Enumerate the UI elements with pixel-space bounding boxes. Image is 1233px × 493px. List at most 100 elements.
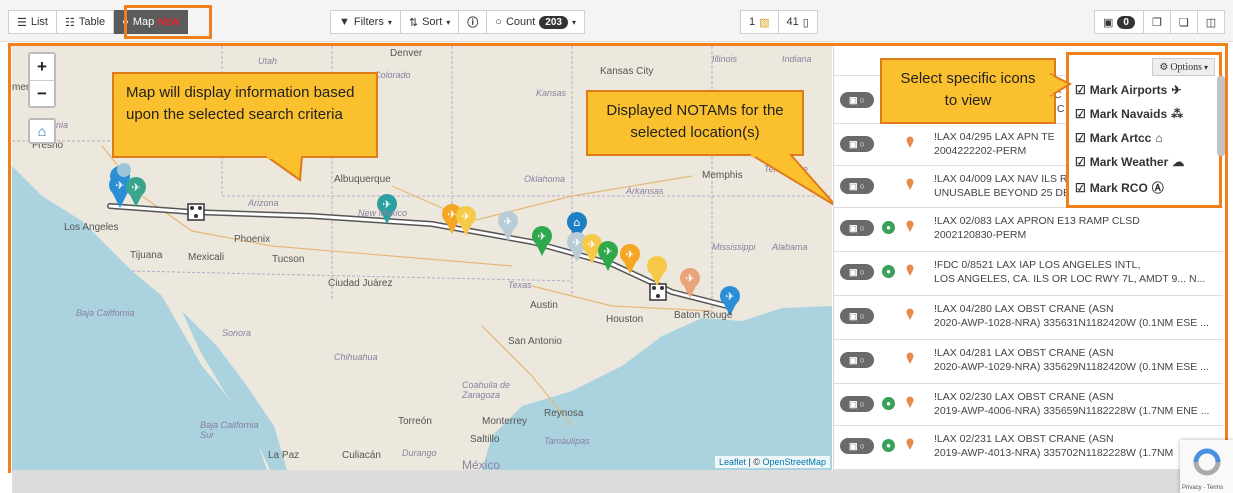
map-label: New Mexico — [358, 208, 408, 218]
pdf-icon: ▣ — [849, 440, 858, 451]
svg-text:✈: ✈ — [131, 181, 140, 194]
table-row[interactable]: ▣ ○ !LAX 04/281 LAX OBST CRANE (ASN 2020-AW… — [834, 340, 1223, 384]
antenna-icon: Ⓐ — [1151, 181, 1164, 195]
layout-toggle-button[interactable]: ◫ — [1197, 10, 1226, 34]
map-label: Reynosa — [544, 408, 584, 419]
notam-toggle[interactable]: ▣ ○ — [840, 178, 874, 194]
sort-button[interactable]: ⇅ Sort ▾ — [400, 10, 460, 34]
map-label: Texas — [508, 280, 532, 290]
recaptcha-badge[interactable]: Privacy - Terms — [1180, 440, 1233, 493]
map-label: México — [462, 458, 501, 470]
map-label: Ciudad Juárez — [328, 278, 393, 289]
map-label: Austin — [530, 300, 558, 311]
map-label: Torreón — [398, 416, 432, 427]
circle-icon: ○ — [859, 355, 865, 365]
map-label: Durango — [402, 448, 437, 458]
pdf-icon: ▣ — [849, 354, 858, 365]
filters-button[interactable]: ▼ Filters ▾ — [330, 10, 401, 34]
list-scrollbar[interactable] — [1217, 76, 1225, 156]
svg-text:✈: ✈ — [725, 290, 734, 303]
checkbox-icon: ☑ — [1075, 107, 1086, 121]
pin-stripe-icon: ▨ — [759, 16, 770, 29]
cloud-icon: ☁ — [1172, 155, 1185, 169]
recaptcha-icon — [1193, 448, 1221, 476]
sort-icon: ⇅ — [408, 16, 419, 29]
mark-airports-option[interactable]: ☑ Mark Airports ✈ — [1075, 83, 1181, 97]
map-label: Arizona — [248, 198, 279, 208]
notam-line-2: 2019-AWP-4006-NRA) 335659N1182228W (1.7N… — [934, 405, 1210, 417]
map-tab-highlight — [124, 5, 212, 39]
icons-callout: Select specific icons to view — [880, 58, 1056, 124]
mark-rco-option[interactable]: ☑ Mark RCO Ⓐ — [1075, 179, 1164, 196]
navaid-icon: ⁂ — [1171, 107, 1184, 121]
notam-line-2: 2002120830-PERM — [934, 229, 1027, 241]
notam-line-1: !LAX 02/083 LAX APRON E13 RAMP CLSD — [934, 215, 1140, 227]
map-label: Saltillo — [470, 434, 500, 445]
count-button[interactable]: ○ Count 203 ▾ — [487, 10, 585, 34]
notam-toggle[interactable]: ▣ ○ — [840, 308, 874, 324]
map-label: Colorado — [374, 70, 411, 80]
caret-down-icon: ▾ — [387, 17, 392, 27]
map-label: Denver — [390, 48, 423, 59]
table-row[interactable]: ▣ ○ ● !LAX 02/083 LAX APRON E13 RAMP CLSD 20… — [834, 208, 1223, 252]
leaflet-link[interactable]: Leaflet — [719, 457, 746, 467]
info-button[interactable]: ⓘ — [459, 10, 488, 34]
notam-toggle[interactable]: ▣ ○ — [840, 136, 874, 152]
airplane-icon: ✈ — [1171, 83, 1182, 97]
notam-line-1: !LAX 04/281 LAX OBST CRANE (ASN — [934, 347, 1114, 359]
circle-icon: ○ — [859, 311, 865, 321]
list-view-button[interactable]: ☰ List — [8, 10, 57, 34]
copy-button[interactable]: ❐ — [1143, 10, 1171, 34]
pdf-icon: ▣ — [849, 138, 858, 149]
map-label: Baja California Sur — [200, 420, 259, 440]
notam-line-1: !LAX 02/230 LAX OBST CRANE (ASN — [934, 391, 1114, 403]
recaptcha-terms[interactable]: Privacy - Terms — [1182, 485, 1223, 491]
zoom-out-button[interactable]: − — [30, 80, 54, 106]
checkbox-icon: ☑ — [1075, 131, 1086, 145]
mark-weather-option[interactable]: ☑ Mark Weather ☁ — [1075, 155, 1184, 169]
map-label: Chihuahua — [334, 352, 378, 362]
map-label: Los Angeles — [64, 222, 119, 233]
notam-line-2: 2019-AWP-4013-NRA) 335702N1182228W (1.7N… — [934, 447, 1174, 459]
caret-down-icon: ▾ — [1203, 62, 1208, 72]
map-label: Baton Rouge — [674, 310, 733, 321]
checkbox-icon: ☑ — [1075, 83, 1086, 97]
pdf-export-button[interactable]: ▣ 0 — [1094, 10, 1144, 34]
map-label: La Paz — [268, 450, 300, 461]
notam-toggle[interactable]: ▣ ○ — [840, 352, 874, 368]
caret-down-icon: ▾ — [446, 17, 451, 27]
notam-toggle[interactable]: ▣ ○ — [840, 396, 874, 412]
zoom-control: + − — [28, 52, 56, 108]
options-button[interactable]: ⚙ Options ▾ — [1152, 58, 1215, 76]
duplicate-button[interactable]: ❏ — [1170, 10, 1198, 34]
map-label: San Antonio — [508, 336, 562, 347]
mark-navaids-option[interactable]: ☑ Mark Navaids ⁂ — [1075, 107, 1183, 121]
table-row[interactable]: ▣ ○ ● !LAX 02/230 LAX OBST CRANE (ASN 2019-A… — [834, 384, 1223, 426]
table-row[interactable]: ▣ ○ ● !LAX 02/231 LAX OBST CRANE (ASN 2019-A… — [834, 426, 1223, 470]
table-row[interactable]: ▣ ○ ● !FDC 0/8521 LAX IAP LOS ANGELES INTL,… — [834, 252, 1223, 296]
filter-icon: ▼ — [339, 16, 350, 28]
notam-count-button[interactable]: 41 ▯ — [778, 10, 818, 34]
mark-artcc-option[interactable]: ☑ Mark Artcc ⌂ — [1075, 131, 1163, 145]
map-label: Baja California — [76, 308, 135, 318]
svg-text:✈: ✈ — [685, 272, 694, 285]
circle-icon: ○ — [859, 399, 865, 409]
zoom-in-button[interactable]: + — [30, 54, 54, 80]
map-info-callout: Map will display information based upon … — [112, 72, 378, 158]
notam-line-1: !LAX 04/280 LAX OBST CRANE (ASN — [934, 303, 1114, 315]
home-button[interactable]: ⌂ — [28, 118, 56, 144]
table-view-button[interactable]: ☷ Table — [57, 10, 115, 34]
location-pin-icon — [906, 308, 914, 320]
list-icon: ☰ — [17, 16, 27, 29]
map-label: Mississippi — [712, 242, 756, 252]
notam-toggle[interactable]: ▣ ○ — [840, 438, 874, 454]
table-row[interactable]: ▣ ○ !LAX 04/280 LAX OBST CRANE (ASN 2020-AW… — [834, 296, 1223, 340]
map-label: Arkansas — [626, 186, 664, 196]
notam-toggle[interactable]: ▣ ○ — [840, 264, 874, 280]
notam-toggle[interactable]: ▣ ○ — [840, 220, 874, 236]
duplicate-icon: ❏ — [1178, 16, 1189, 29]
map-label: Memphis — [702, 170, 743, 181]
pinned-count-button[interactable]: 1 ▨ — [740, 10, 779, 34]
osm-link[interactable]: OpenStreetMap — [762, 457, 826, 467]
table-icon: ☷ — [65, 16, 75, 29]
